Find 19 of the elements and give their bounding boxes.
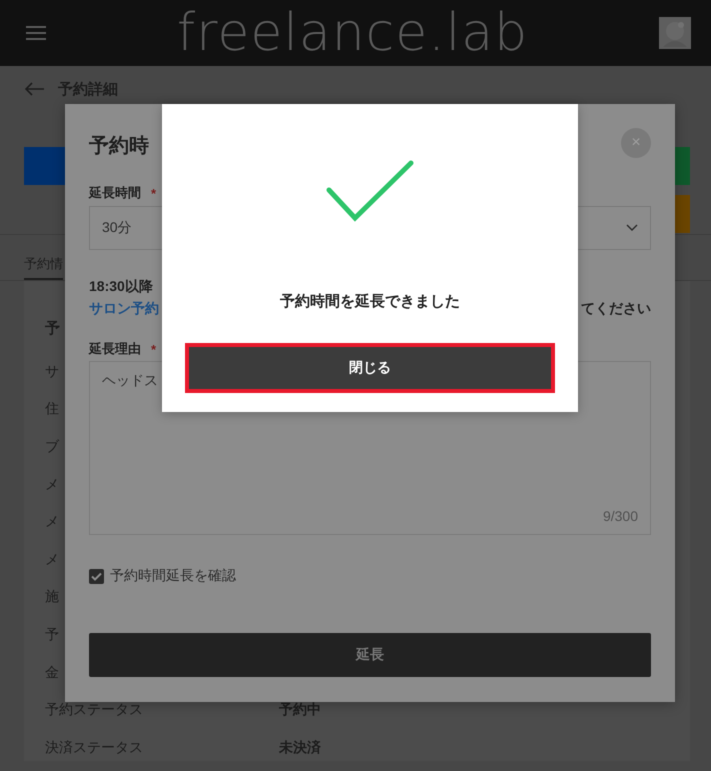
required-mark: * (151, 342, 156, 356)
field-label: 延長理由 (89, 340, 141, 358)
checkbox[interactable] (89, 568, 104, 584)
logo: freelance.lab (176, 2, 528, 65)
extend-button[interactable]: 延長 (89, 633, 651, 677)
success-message: 予約時間を延長できました (280, 292, 460, 311)
notice-text: てください (581, 300, 651, 318)
chevron-down-icon (626, 224, 638, 232)
close-button[interactable]: 閉じる (185, 343, 555, 393)
dialog-title: 予約時 (89, 135, 149, 157)
check-icon (326, 160, 414, 222)
checkbox-label: 予約時間延長を確認 (110, 567, 236, 585)
notice-link[interactable]: サロン予約 (89, 300, 159, 318)
notice-text: 18:30以降 (89, 278, 154, 296)
field-label: 延長時間 (89, 184, 141, 202)
required-mark: * (151, 186, 156, 200)
action-button[interactable] (24, 147, 65, 185)
back-arrow-icon[interactable] (24, 82, 44, 96)
menu-icon[interactable] (26, 26, 46, 40)
